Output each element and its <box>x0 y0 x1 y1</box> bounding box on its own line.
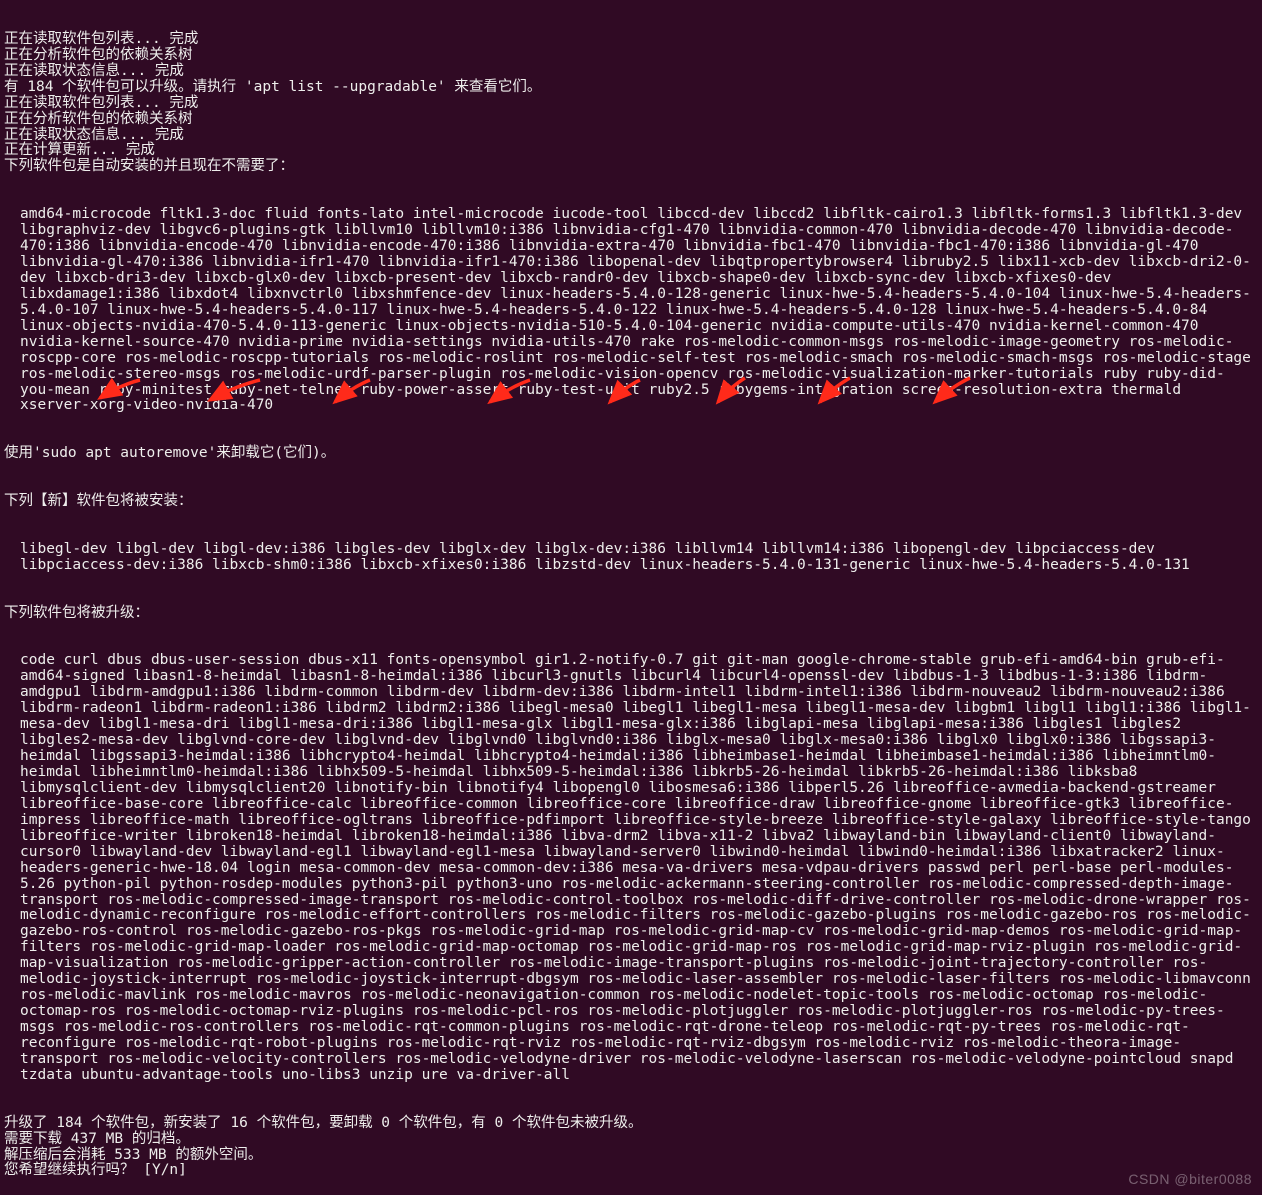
status-line: 正在分析软件包的依赖关系树 <box>4 48 1258 64</box>
new-packages-header: 下列【新】软件包将被安装： <box>4 494 1258 510</box>
autoremove-hint: 使用'sudo apt autoremove'来卸载它(它们)。 <box>4 446 1258 462</box>
status-line: 正在计算更新... 完成 <box>4 143 1258 159</box>
auto-installed-packages: amd64-microcode fltk1.3-doc fluid fonts-… <box>4 207 1258 414</box>
upgrade-packages: code curl dbus dbus-user-session dbus-x1… <box>4 653 1258 1083</box>
upgrade-packages-header: 下列软件包将被升级： <box>4 606 1258 622</box>
watermark: CSDN @biter0088 <box>1128 1172 1252 1187</box>
status-line: 需要下载 437 MB 的归档。 <box>4 1132 1258 1148</box>
status-line: 正在分析软件包的依赖关系树 <box>4 112 1258 128</box>
new-packages: libegl-dev libgl-dev libgl-dev:i386 libg… <box>4 542 1258 574</box>
status-line: 正在读取软件包列表... 完成 <box>4 32 1258 48</box>
terminal-output: 正在读取软件包列表... 完成正在分析软件包的依赖关系树正在读取状态信息... … <box>0 0 1262 1195</box>
status-line: 解压缩后会消耗 533 MB 的额外空间。 <box>4 1148 1258 1164</box>
status-line: 下列软件包是自动安装的并且现在不需要了： <box>4 159 1258 175</box>
prompt-line[interactable]: 您希望继续执行吗？ [Y/n] <box>4 1163 1258 1179</box>
status-line: 正在读取状态信息... 完成 <box>4 128 1258 144</box>
status-line: 正在读取状态信息... 完成 <box>4 64 1258 80</box>
status-line: 正在读取软件包列表... 完成 <box>4 96 1258 112</box>
status-line: 升级了 184 个软件包，新安装了 16 个软件包，要卸载 0 个软件包，有 0… <box>4 1116 1258 1132</box>
status-line: 有 184 个软件包可以升级。请执行 'apt list --upgradabl… <box>4 80 1258 96</box>
